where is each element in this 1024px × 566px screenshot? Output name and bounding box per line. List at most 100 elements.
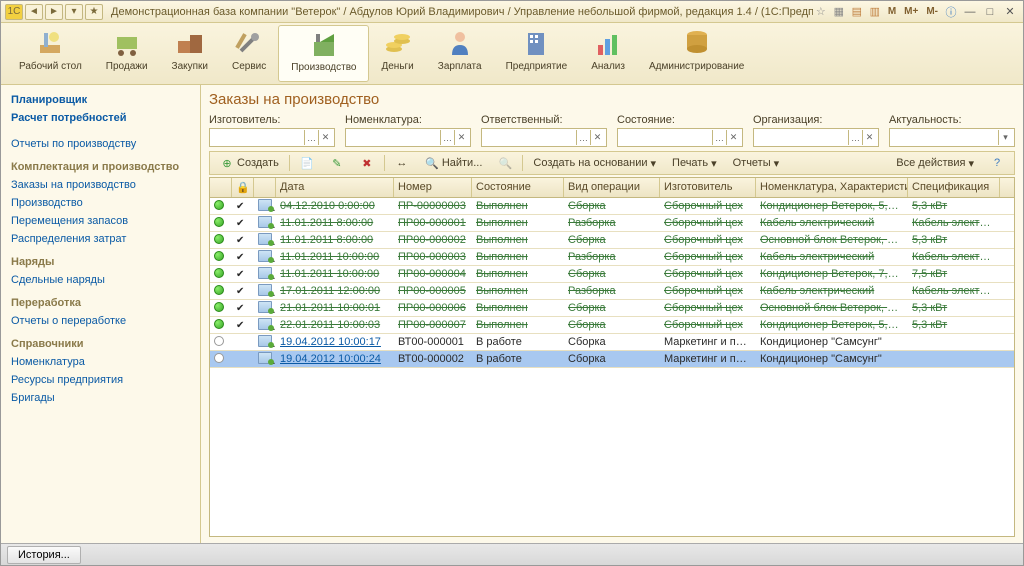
mem-mminus-button[interactable]: M- [923, 6, 941, 17]
state-cell: Выполнен [472, 250, 564, 264]
filter-input[interactable] [484, 132, 576, 144]
clear-button[interactable]: ✕ [862, 130, 876, 145]
clear-button[interactable]: ✕ [454, 130, 468, 145]
sidebar: ПланировщикРасчет потребностей Отчеты по … [1, 85, 201, 543]
toolbar-item-9[interactable]: Администрирование [637, 25, 756, 82]
copy-button[interactable]: 📄 [294, 154, 320, 172]
nav-back-button[interactable]: ◄ [25, 4, 43, 20]
column-header[interactable]: Номенклатура, Характеристика [756, 178, 908, 197]
table-row[interactable]: ✔11.01.2011 8:00:00ПР00-000002ВыполненСб… [210, 232, 1014, 249]
close-button[interactable]: ✕ [1001, 4, 1019, 20]
column-header[interactable] [254, 178, 276, 197]
manufacturer-cell: Сборочный цех [660, 233, 756, 247]
table-row[interactable]: ✔11.01.2011 10:00:00ПР00-000004ВыполненС… [210, 266, 1014, 283]
sidebar-link[interactable]: Планировщик [9, 91, 192, 109]
favorite-button[interactable]: ★ [85, 4, 103, 20]
grid-icon[interactable]: ▦ [831, 4, 847, 20]
filter-0: Изготовитель:…✕ [209, 114, 335, 147]
toolbar-item-4[interactable]: Производство [278, 25, 369, 82]
clear-button[interactable]: ✕ [590, 130, 604, 145]
sidebar-link[interactable]: Сдельные наряды [9, 271, 192, 289]
column-header[interactable]: Состояние [472, 178, 564, 197]
table-row[interactable]: 19.04.2012 10:00:17ВТ00-000001В работеСб… [210, 334, 1014, 351]
calc-icon[interactable]: ▥ [867, 4, 883, 20]
mem-m-button[interactable]: M [885, 6, 899, 17]
toolbar-item-7[interactable]: Предприятие [494, 25, 580, 82]
column-header[interactable]: Дата [276, 178, 394, 197]
operation-cell: Сборка [564, 352, 660, 366]
create-button[interactable]: ⊕Создать [214, 154, 285, 172]
toolbar-item-1[interactable]: Продажи [94, 25, 160, 82]
sidebar-link[interactable]: Отчеты по производству [9, 135, 192, 153]
clear-button[interactable]: ✕ [318, 130, 332, 145]
table-row[interactable]: 19.04.2012 10:00:24ВТ00-000002В работеСб… [210, 351, 1014, 368]
maximize-button[interactable]: □ [981, 4, 999, 20]
help-button[interactable]: ? [984, 154, 1010, 172]
star-icon[interactable]: ☆ [813, 4, 829, 20]
filter-input[interactable] [892, 132, 998, 144]
history-button[interactable]: История... [7, 546, 81, 564]
filter-input[interactable] [348, 132, 440, 144]
tools-icon [233, 27, 265, 59]
table-row[interactable]: ✔11.01.2011 10:00:00ПР00-000003ВыполненР… [210, 249, 1014, 266]
sidebar-link[interactable]: Ресурсы предприятия [9, 371, 192, 389]
toolbar-item-8[interactable]: Анализ [579, 25, 637, 82]
column-header[interactable]: Вид операции [564, 178, 660, 197]
status-cell [210, 250, 232, 265]
lookup-button[interactable]: … [304, 130, 318, 145]
toolbar-item-5[interactable]: Деньги [369, 25, 425, 82]
info-icon[interactable]: ⓘ [943, 4, 959, 20]
column-header[interactable] [210, 178, 232, 197]
sidebar-link[interactable]: Номенклатура [9, 353, 192, 371]
print-button[interactable]: Печать ▾ [666, 155, 723, 172]
calendar-icon[interactable]: ▤ [849, 4, 865, 20]
sidebar-link[interactable]: Заказы на производство [9, 176, 192, 194]
mem-mplus-button[interactable]: M+ [901, 6, 921, 17]
refresh-button[interactable]: ↔ [389, 154, 415, 172]
lookup-button[interactable]: … [848, 130, 862, 145]
chart-icon [592, 27, 624, 59]
minimize-button[interactable]: — [961, 4, 979, 20]
table-row[interactable]: ✔11.01.2011 8:00:00ПР00-000001ВыполненРа… [210, 215, 1014, 232]
edit-button[interactable]: ✎ [324, 154, 350, 172]
number-cell: ПР00-000001 [394, 216, 472, 230]
filter-input[interactable] [756, 132, 848, 144]
sidebar-link[interactable]: Перемещения запасов [9, 212, 192, 230]
data-grid[interactable]: 🔒 ДатаНомерСостояниеВид операцииИзготовит… [209, 177, 1015, 537]
table-row[interactable]: ✔22.01.2011 10:00:03ПР00-000007ВыполненС… [210, 317, 1014, 334]
find-button[interactable]: 🔍Найти... [419, 154, 489, 172]
dropdown-button[interactable]: ▾ [998, 130, 1012, 145]
table-row[interactable]: ✔21.01.2011 10:00:01ПР00-000006ВыполненС… [210, 300, 1014, 317]
table-row[interactable]: ✔04.12.2010 0:00:00ПР-00000003ВыполненСб… [210, 198, 1014, 215]
column-header[interactable]: Изготовитель [660, 178, 756, 197]
sidebar-link[interactable]: Отчеты о переработке [9, 312, 192, 330]
logo-icon[interactable]: 1C [5, 4, 23, 20]
sidebar-link[interactable]: Расчет потребностей [9, 109, 192, 127]
table-row[interactable]: ✔17.01.2011 12:00:00ПР00-000005ВыполненР… [210, 283, 1014, 300]
all-actions-button[interactable]: Все действия ▾ [890, 155, 980, 172]
lookup-button[interactable]: … [440, 130, 454, 145]
lookup-button[interactable]: … [576, 130, 590, 145]
column-header[interactable]: Спецификация [908, 178, 1000, 197]
column-header[interactable]: 🔒 [232, 178, 254, 197]
toolbar-item-0[interactable]: Рабочий стол [7, 25, 94, 82]
column-header[interactable]: Номер [394, 178, 472, 197]
number-cell: ПР00-000006 [394, 301, 472, 315]
reports-button[interactable]: Отчеты ▾ [727, 155, 786, 172]
sidebar-link[interactable]: Производство [9, 194, 192, 212]
create-based-button[interactable]: Создать на основании ▾ [527, 155, 662, 172]
nav-forward-button[interactable]: ► [45, 4, 63, 20]
sidebar-link[interactable]: Бригады [9, 389, 192, 407]
filter-input[interactable] [212, 132, 304, 144]
toolbar-item-3[interactable]: Сервис [220, 25, 278, 82]
toolbar-item-6[interactable]: Зарплата [426, 25, 494, 82]
lookup-button[interactable]: … [712, 130, 726, 145]
clear-button[interactable]: ✕ [726, 130, 740, 145]
page-title: Заказы на производство [209, 91, 1015, 108]
sidebar-link[interactable]: Распределения затрат [9, 230, 192, 248]
clear-find-button[interactable]: 🔍 [492, 154, 518, 172]
toolbar-item-2[interactable]: Закупки [160, 25, 220, 82]
delete-button[interactable]: ✖ [354, 154, 380, 172]
filter-input[interactable] [620, 132, 712, 144]
nav-dropdown-button[interactable]: ▾ [65, 4, 83, 20]
